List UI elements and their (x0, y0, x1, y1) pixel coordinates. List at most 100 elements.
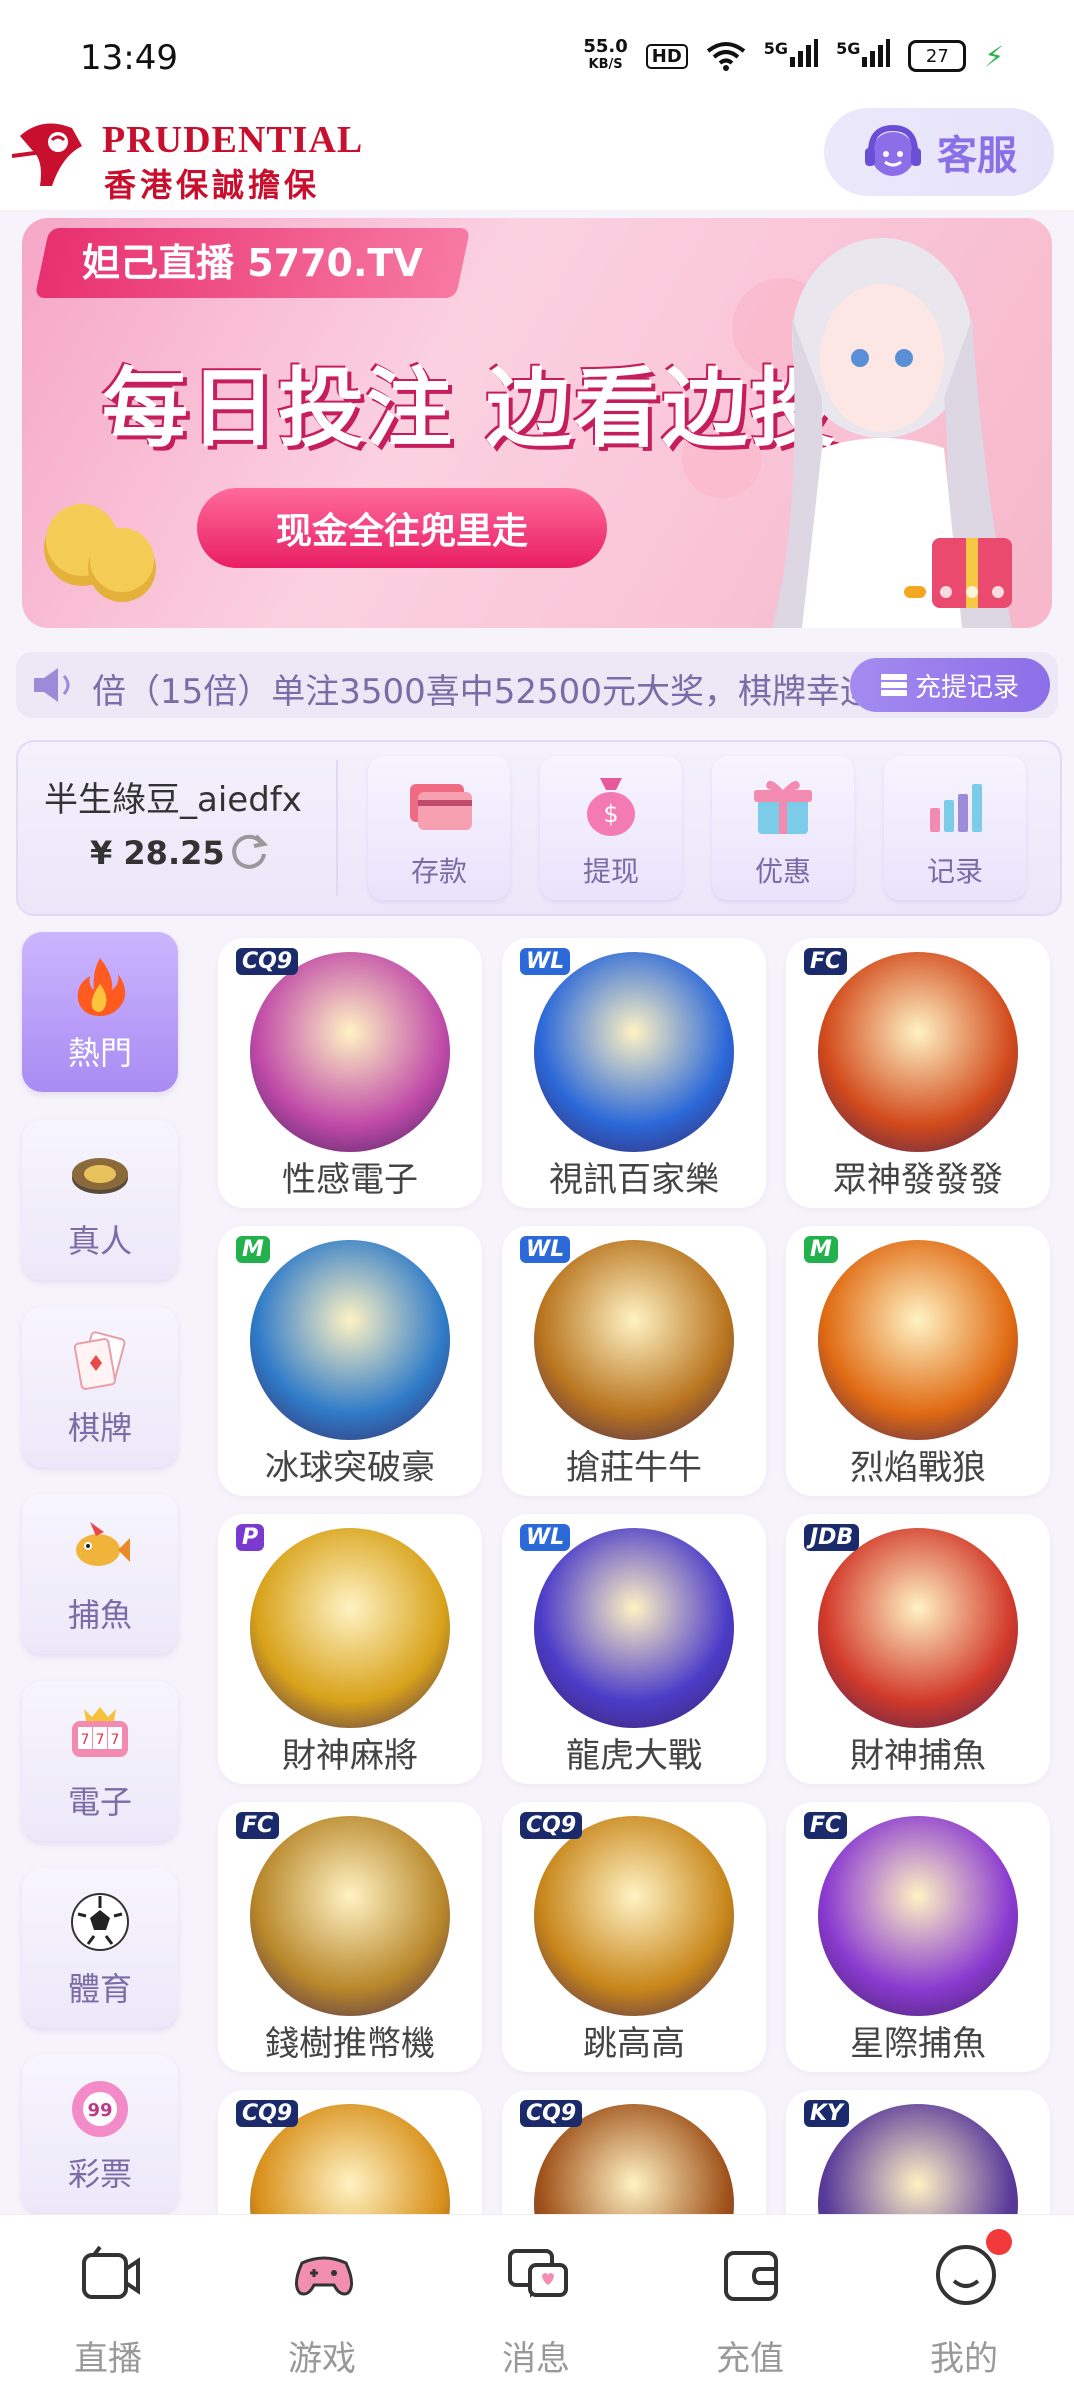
provider-badge: KY (804, 2100, 849, 2127)
provider-badge: WL (520, 948, 571, 975)
game-thumbnail (534, 952, 734, 1152)
promo-banner[interactable]: 妲己直播 5770.TV 每日投注 边看边投 现金全往兜里走 (22, 218, 1052, 628)
game-thumbnail (534, 1240, 734, 1440)
chat-icon (508, 2249, 568, 2298)
game-thumbnail (250, 1528, 450, 1728)
provider-badge: M (804, 1236, 838, 1263)
nav-profile[interactable]: 我的 (904, 2233, 1024, 2383)
game-thumbnail (250, 1816, 450, 2016)
card-icon (410, 784, 472, 830)
game-title: 視訊百家樂 (549, 1160, 719, 1200)
logo-text: PRUDENTIAL (102, 119, 364, 161)
headset-icon (865, 124, 921, 176)
category-slots[interactable]: 777 電子 (22, 1681, 178, 1841)
game-title: 冰球突破豪 (265, 1448, 435, 1488)
game-card[interactable]: CQ9 跳高高 (502, 1802, 766, 2072)
svg-text:99: 99 (87, 2100, 112, 2121)
signal-icon: 5G (764, 39, 819, 73)
slot-icon: 777 (72, 1707, 128, 1757)
game-thumbnail (818, 952, 1018, 1152)
withdraw-button[interactable]: $ 提现 (540, 756, 682, 900)
game-card[interactable]: JDB 財神捕魚 (786, 1514, 1050, 1784)
game-title: 星際捕魚 (850, 2024, 986, 2064)
category-fishing[interactable]: 捕魚 (22, 1494, 178, 1654)
moneybag-icon: $ (587, 778, 635, 836)
game-thumbnail (534, 1528, 734, 1728)
wallet-icon (724, 2251, 778, 2301)
status-icons: 55.0 KB/S HD 5G 5G 27 ⚡ (583, 38, 1004, 74)
customer-service-label: 客服 (937, 133, 1017, 179)
game-card[interactable]: FC 星際捕魚 (786, 1802, 1050, 2072)
user-wallet-card: 半生綠豆_aiedfx ¥ 28.25 存款 $ 提现 优惠 记录 (16, 740, 1062, 916)
category-chess[interactable]: 棋牌 (22, 1307, 178, 1467)
charging-icon: ⚡ (984, 39, 1004, 73)
recharge-record-button[interactable]: 充提记录 (850, 658, 1050, 712)
gift-icon (754, 780, 812, 834)
category-live[interactable]: 真人 (22, 1120, 178, 1280)
card-icon (73, 1331, 126, 1390)
game-card[interactable]: M 烈焰戰狼 (786, 1226, 1050, 1496)
balance: ¥ 28.25 (90, 834, 225, 872)
signal-icon-2: 5G (836, 39, 891, 73)
chip-icon (72, 1158, 128, 1194)
game-card[interactable]: FC 錢樹推幣機 (218, 1802, 482, 2072)
game-card[interactable]: FC 眾神發發發 (786, 938, 1050, 1208)
divider (336, 760, 338, 896)
banner-pagination[interactable] (852, 586, 1004, 598)
game-title: 跳高高 (583, 2024, 685, 2064)
username: 半生綠豆_aiedfx (44, 780, 302, 820)
customer-service-button[interactable]: 客服 (824, 108, 1054, 196)
category-sports[interactable]: 體育 (22, 1868, 178, 2028)
provider-badge: CQ9 (520, 1812, 583, 1839)
gamepad-icon (295, 2256, 353, 2296)
announcement-text: 倍（15倍）单注3500喜中52500元大奖，棋牌幸运版 (92, 672, 908, 712)
status-bar: 13:49 55.0 KB/S HD 5G 5G 27 ⚡ (0, 0, 1074, 110)
hd-icon: HD (645, 43, 688, 69)
svg-text:7: 7 (96, 1732, 105, 1748)
game-thumbnail (250, 952, 450, 1152)
game-title: 財神捕魚 (850, 1736, 986, 1776)
status-time: 13:49 (80, 38, 178, 78)
notification-badge (986, 2229, 1012, 2255)
game-card[interactable]: P 財神麻將 (218, 1514, 482, 1784)
provider-badge: WL (520, 1524, 571, 1551)
provider-badge: JDB (804, 1524, 860, 1551)
bottom-navigation: 直播 游戏 消息 充值 我的 (0, 2214, 1074, 2401)
game-thumbnail (250, 1240, 450, 1440)
provider-badge: FC (236, 1812, 280, 1839)
game-card[interactable]: WL 搶莊牛牛 (502, 1226, 766, 1496)
nav-messages[interactable]: 消息 (476, 2233, 596, 2383)
logo-emblem-icon (12, 123, 82, 186)
refresh-icon[interactable] (228, 830, 270, 872)
nav-games[interactable]: 游戏 (262, 2233, 382, 2383)
banner-tag: 妲己直播 5770.TV (34, 228, 471, 298)
game-thumbnail (534, 1816, 734, 2016)
provider-badge: FC (804, 948, 848, 975)
game-title: 錢樹推幣機 (265, 2024, 435, 2064)
deposit-button[interactable]: 存款 (368, 756, 510, 900)
nav-live[interactable]: 直播 (48, 2233, 168, 2383)
category-hot[interactable]: 熱門 (22, 932, 178, 1092)
game-card[interactable]: M 冰球突破豪 (218, 1226, 482, 1496)
records-button[interactable]: 记录 (884, 756, 1026, 900)
logo-subtitle: 香港保誠擔保 (104, 166, 321, 204)
svg-text:$: $ (603, 800, 618, 828)
banner-cta-button[interactable]: 现金全往兜里走 (197, 488, 607, 568)
provider-badge: M (236, 1236, 270, 1263)
network-speed: 55.0 KB/S (583, 36, 628, 73)
nav-recharge[interactable]: 充值 (690, 2233, 810, 2383)
app-header: PRUDENTIAL 香港保誠擔保 客服 (0, 100, 1074, 210)
brand-logo: PRUDENTIAL 香港保誠擔保 (12, 108, 362, 204)
game-card[interactable]: WL 視訊百家樂 (502, 938, 766, 1208)
game-card[interactable]: CQ9 性感電子 (218, 938, 482, 1208)
speaker-icon (34, 668, 70, 702)
provider-badge: P (236, 1524, 265, 1551)
game-thumbnail (818, 1240, 1018, 1440)
promotions-button[interactable]: 优惠 (712, 756, 854, 900)
battery-icon: 27 (908, 40, 967, 72)
soccer-icon (71, 1893, 129, 1951)
bar-chart-icon (930, 784, 982, 832)
category-lottery[interactable]: 99 彩票 (22, 2055, 178, 2213)
game-card[interactable]: WL 龍虎大戰 (502, 1514, 766, 1784)
game-title: 性感電子 (282, 1160, 418, 1200)
